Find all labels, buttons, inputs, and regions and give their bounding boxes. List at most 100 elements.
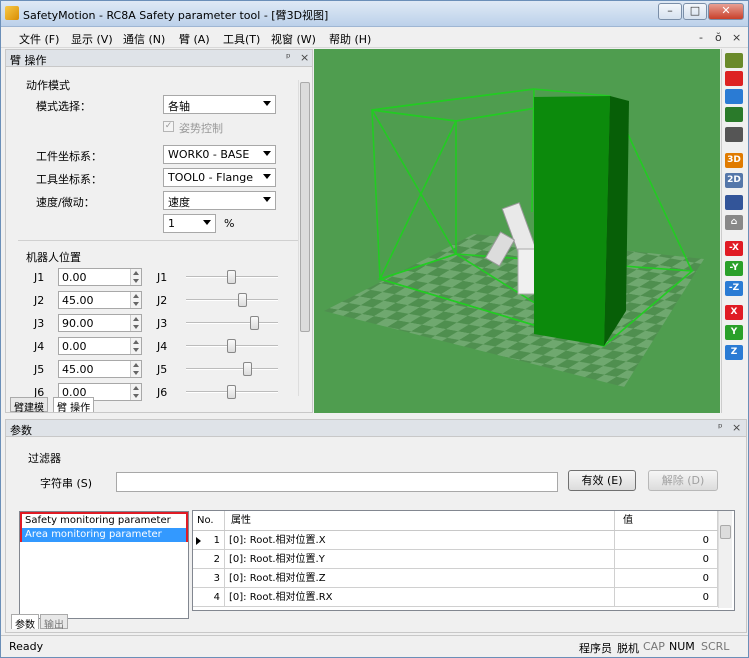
y-minus-icon[interactable]: -Y [725,261,743,276]
valid-button[interactable]: 有效 (E) [568,470,636,491]
arm-panel-scrollbar[interactable] [298,80,311,396]
parameter-grid[interactable]: No. 属性 值 1 [0]: Root.相对位置.X 0 2 [0]: Root.相对… [192,510,735,611]
joint-value-input[interactable]: 0.00 [58,337,142,355]
pin-icon[interactable]: ᵖ [286,51,291,64]
joint-slider-track[interactable] [186,368,278,370]
pin-icon[interactable]: ᵖ [718,421,723,434]
joint-slider-label: J6 [157,386,168,399]
3d-view[interactable] [314,49,720,413]
pan-icon[interactable] [725,53,743,68]
joint-slider-thumb[interactable] [250,316,259,330]
close-button[interactable]: ✕ [708,3,744,20]
joint-slider-track[interactable] [186,299,278,301]
z-minus-icon[interactable]: -Z [725,281,743,296]
spin-updown-icon[interactable] [130,292,141,308]
table-row[interactable]: 1 [0]: Root.相对位置.X 0 [193,531,718,550]
menu-window[interactable]: 视窗 (W) [271,31,316,47]
3d-scene[interactable] [314,49,720,413]
mode-label: 模式选择： [36,100,91,113]
menu-help[interactable]: 帮助 (H) [329,31,371,47]
joint-slider-label: J4 [157,340,168,353]
clear-button[interactable]: 解除 (D) [648,470,718,491]
rotate-icon[interactable] [725,89,743,104]
parameter-category-list[interactable]: Safety monitoring parameter Area monitor… [19,511,189,619]
maximize-button[interactable]: □ [683,3,707,20]
view-2d-icon[interactable]: 2D [725,173,743,188]
attribute-cell[interactable]: [0]: Root.相对位置.RX [225,588,615,606]
speed-percent-select[interactable]: 1 [163,214,216,233]
joint-value: 0.00 [62,340,87,353]
menu-comm[interactable]: 通信 (N) [123,31,165,47]
mode-select[interactable]: 各轴 [163,95,276,114]
mdi-close-button[interactable]: × [732,31,741,44]
joint-value-input[interactable]: 45.00 [58,291,142,309]
value-cell[interactable]: 0 [615,588,718,606]
col-no[interactable]: No. [193,511,225,530]
list-item-area-monitoring[interactable]: Area monitoring parameter [22,528,186,542]
center-icon[interactable] [725,107,743,122]
home-icon[interactable]: ⌂ [725,215,743,230]
work-coord-value: WORK0 - BASE [168,148,250,161]
joint-value-input[interactable]: 90.00 [58,314,142,332]
mdi-restore-button[interactable]: ŏ [715,31,722,44]
col-attribute[interactable]: 属性 [225,511,615,530]
spin-updown-icon[interactable] [130,338,141,354]
x-plus-icon[interactable]: X [725,305,743,320]
table-row[interactable]: 2 [0]: Root.相对位置.Y 0 [193,550,718,569]
robot-icon[interactable] [725,195,743,210]
filter-string-input[interactable] [116,472,558,492]
no-entry-icon[interactable] [725,71,743,86]
panel-close-button[interactable]: × [732,421,741,434]
attribute-cell[interactable]: [0]: Root.相对位置.X [225,531,615,549]
joint-slider-thumb[interactable] [238,293,248,307]
tab-output[interactable]: 输出 [40,614,68,631]
menu-tools[interactable]: 工具(T) [223,31,260,47]
joint-slider-thumb[interactable] [227,270,236,284]
value-cell[interactable]: 0 [615,531,718,549]
menu-view[interactable]: 显示 (V) [71,31,113,47]
col-value[interactable]: 值 [615,511,718,530]
menu-arm[interactable]: 臂 (A) [179,31,210,47]
tab-arm-operation[interactable]: 臂 操作 [53,397,95,414]
list-item-safety-monitoring[interactable]: Safety monitoring parameter [22,514,186,528]
x-minus-icon[interactable]: -X [725,241,743,256]
table-row[interactable]: 4 [0]: Root.相对位置.RX 0 [193,588,718,607]
joint-slider-label: J5 [157,363,168,376]
grid-scrollbar[interactable] [718,511,732,608]
spin-updown-icon[interactable] [130,361,141,377]
z-plus-icon[interactable]: Z [725,345,743,360]
tool-coord-select[interactable]: TOOL0 - Flange [163,168,276,187]
mdi-minimize-button[interactable]: - [699,31,703,44]
joint-value-input[interactable]: 45.00 [58,360,142,378]
joint-value-input[interactable]: 0.00 [58,268,142,286]
scrollbar-thumb[interactable] [720,525,731,539]
value-cell[interactable]: 0 [615,550,718,568]
work-coord-select[interactable]: WORK0 - BASE [163,145,276,164]
attribute-cell[interactable]: [0]: Root.相对位置.Y [225,550,615,568]
camera-icon[interactable] [725,127,743,142]
joint-slider-track[interactable] [186,322,278,324]
grid-header: No. 属性 值 [193,511,718,531]
attribute-cell[interactable]: [0]: Root.相对位置.Z [225,569,615,587]
value-cell[interactable]: 0 [615,569,718,587]
status-programmer: 程序员 [579,642,612,655]
y-plus-icon[interactable]: Y [725,325,743,340]
spin-updown-icon[interactable] [130,315,141,331]
view-3d-icon[interactable]: 3D [725,153,743,168]
menu-file[interactable]: 文件 (F) [19,31,59,47]
speed-select[interactable]: 速度 [163,191,276,210]
joint-slider-thumb[interactable] [227,385,236,399]
joint-value: 90.00 [62,317,94,330]
posture-checkbox[interactable]: ✓ [163,121,174,132]
spin-updown-icon[interactable] [130,384,141,400]
tab-params[interactable]: 参数 [11,614,39,631]
tab-arm-model[interactable]: 臂建模 [10,397,48,414]
spin-updown-icon[interactable] [130,269,141,285]
minimize-button[interactable]: – [658,3,682,20]
scrollbar-thumb[interactable] [300,82,310,332]
joint-slider-thumb[interactable] [242,362,252,376]
safety-zone-wall [534,96,610,346]
joint-slider-thumb[interactable] [227,339,236,353]
panel-close-button[interactable]: × [300,51,309,64]
table-row[interactable]: 3 [0]: Root.相对位置.Z 0 [193,569,718,588]
